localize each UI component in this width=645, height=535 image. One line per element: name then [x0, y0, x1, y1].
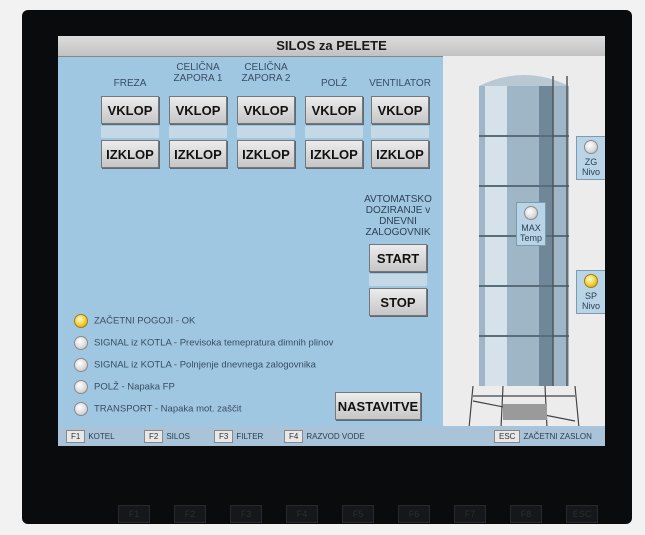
status-lamp-off-icon	[74, 336, 88, 350]
hw-key-f3[interactable]: F3	[230, 505, 262, 523]
label-celicna-zapora-1: CELIČNA ZAPORA 1	[173, 62, 223, 84]
status-lamp-off-icon	[524, 206, 538, 220]
separator	[305, 126, 363, 138]
label-freza: FREZA	[113, 78, 147, 89]
signal-zacetni-pogoji: ZAČETNI POGOJI - OK	[74, 314, 195, 328]
separator	[101, 126, 159, 138]
zapora1-vklop-button[interactable]: VKLOP	[169, 96, 227, 124]
indicator-max-temp: MAX Temp	[516, 202, 546, 246]
polz-vklop-button[interactable]: VKLOP	[305, 96, 363, 124]
signal-temperatura: SIGNAL iz KOTLA - Previsoka temepratura …	[74, 336, 333, 350]
separator	[371, 126, 429, 138]
hw-key-f5[interactable]: F5	[342, 505, 374, 523]
signal-transport-napaka: TRANSPORT - Napaka mot. zaščit	[74, 402, 241, 416]
label-celicna-zapora-2: CELIČNA ZAPORA 2	[241, 62, 291, 84]
hw-key-f7[interactable]: F7	[454, 505, 486, 523]
hw-key-esc[interactable]: ESC	[566, 505, 598, 523]
polz-izklop-button[interactable]: IZKLOP	[305, 140, 363, 168]
separator	[169, 126, 227, 138]
status-lamp-on-icon	[74, 314, 88, 328]
ventilator-izklop-button[interactable]: IZKLOP	[371, 140, 429, 168]
zapora2-vklop-button[interactable]: VKLOP	[237, 96, 295, 124]
silo-photo	[443, 56, 605, 446]
status-lamp-off-icon	[74, 380, 88, 394]
hw-key-f6[interactable]: F6	[398, 505, 430, 523]
label-ventilator: VENTILATOR	[369, 78, 431, 89]
label-polz: POLŽ	[320, 78, 348, 89]
hmi-screen: SILOS za PELETE FREZA CELIČNA ZAPORA 1 C…	[58, 36, 605, 446]
separator	[237, 126, 295, 138]
settings-button[interactable]: NASTAVITVE	[335, 392, 421, 420]
hw-key-f2[interactable]: F2	[174, 505, 206, 523]
fkey-silos[interactable]: F2 SILOS	[144, 430, 190, 443]
indicator-zg-nivo: ZG Nivo	[576, 136, 605, 180]
zapora2-izklop-button[interactable]: IZKLOP	[237, 140, 295, 168]
freza-vklop-button[interactable]: VKLOP	[101, 96, 159, 124]
fkey-zacetni-zaslon[interactable]: ESC ZAČETNI ZASLON	[494, 430, 592, 443]
ventilator-vklop-button[interactable]: VKLOP	[371, 96, 429, 124]
function-key-bar: F1 KOTEL F2 SILOS F3 FILTER F4 RAZVOD VODE E…	[58, 426, 605, 446]
start-button[interactable]: START	[369, 244, 427, 272]
zapora1-izklop-button[interactable]: IZKLOP	[169, 140, 227, 168]
separator	[369, 274, 427, 286]
stop-button[interactable]: STOP	[369, 288, 427, 316]
status-lamp-off-icon	[74, 358, 88, 372]
fkey-filter[interactable]: F3 FILTER	[214, 430, 263, 443]
status-lamp-on-icon	[584, 274, 598, 288]
signal-polnjenje: SIGNAL iz KOTLA - Polnjenje dnevnega zal…	[74, 358, 316, 372]
fkey-kotel[interactable]: F1 KOTEL	[66, 430, 115, 443]
fkey-razvod-vode[interactable]: F4 RAZVOD VODE	[284, 430, 365, 443]
freza-izklop-button[interactable]: IZKLOP	[101, 140, 159, 168]
page-title: SILOS za PELETE	[58, 36, 605, 57]
indicator-sp-nivo: SP Nivo	[576, 270, 605, 314]
hw-key-f1[interactable]: F1	[118, 505, 150, 523]
hw-key-f4[interactable]: F4	[286, 505, 318, 523]
auto-dosing-label: AVTOMATSKO DOZIRANJE v DNEVNI ZALOGOVNIK	[364, 194, 432, 238]
hw-key-f8[interactable]: F8	[510, 505, 542, 523]
signal-polz-napaka: POLŽ - Napaka FP	[74, 380, 175, 394]
status-lamp-off-icon	[584, 140, 598, 154]
status-lamp-off-icon	[74, 402, 88, 416]
